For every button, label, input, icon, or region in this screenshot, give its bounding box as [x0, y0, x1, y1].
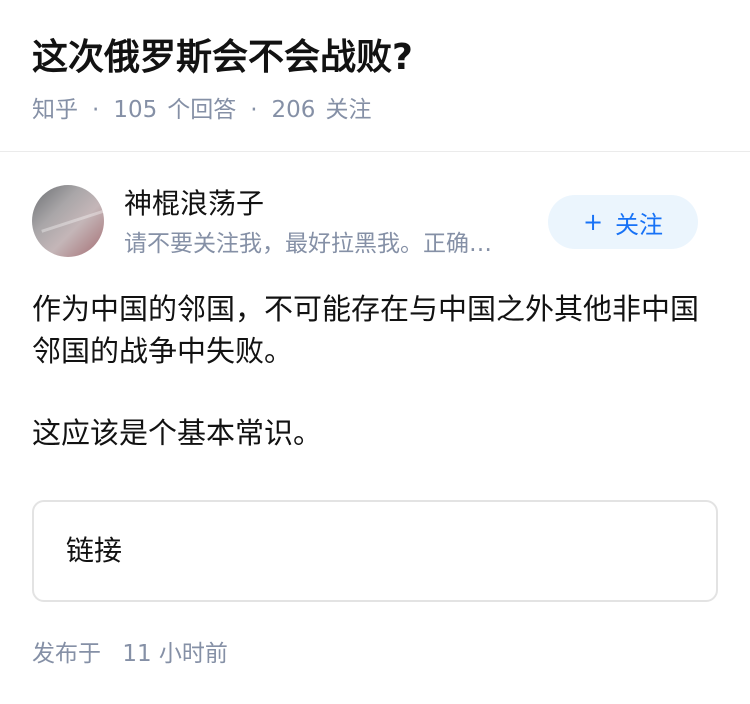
follow-button[interactable]: + 关注	[548, 195, 698, 249]
follower-count: 206	[271, 97, 316, 123]
answer-count-label: 个回答	[167, 97, 237, 123]
author-name[interactable]: 神棍浪荡子	[124, 186, 264, 222]
author-avatar[interactable]	[32, 185, 104, 257]
answer-count: 105	[113, 97, 158, 123]
answer-paragraph: 作为中国的邻国，不可能存在与中国之外其他非中国邻国的战争中失败。	[32, 292, 700, 368]
publish-time-value: 11 小时前	[122, 641, 228, 667]
follow-button-label: 关注	[615, 210, 664, 239]
answer-content: 作为中国的邻国，不可能存在与中国之外其他非中国邻国的战争中失败。 这应该是个基本…	[32, 288, 718, 454]
answer-paragraph: 这应该是个基本常识。	[32, 416, 323, 450]
question-meta: 知乎 · 105 个回答 · 206 关注	[32, 94, 371, 126]
publish-time: 发布于 11 小时前	[32, 638, 228, 670]
publish-time-prefix: 发布于	[32, 641, 101, 667]
source-label[interactable]: 知乎	[32, 94, 78, 126]
question-header: 这次俄罗斯会不会战败? 知乎 · 105 个回答 · 206 关注	[0, 0, 750, 152]
plus-icon: +	[582, 208, 604, 236]
link-card[interactable]: 链接	[32, 500, 718, 602]
meta-separator: ·	[92, 97, 100, 123]
author-headline: 请不要关注我，最好拉黑我。正确…	[124, 231, 492, 257]
link-card-label: 链接	[66, 534, 123, 567]
meta-separator: ·	[250, 97, 258, 123]
question-title[interactable]: 这次俄罗斯会不会战败?	[32, 36, 413, 80]
answer-page: 这次俄罗斯会不会战败? 知乎 · 105 个回答 · 206 关注 神棍浪荡子 …	[0, 0, 750, 704]
follower-count-label: 关注	[325, 97, 372, 123]
